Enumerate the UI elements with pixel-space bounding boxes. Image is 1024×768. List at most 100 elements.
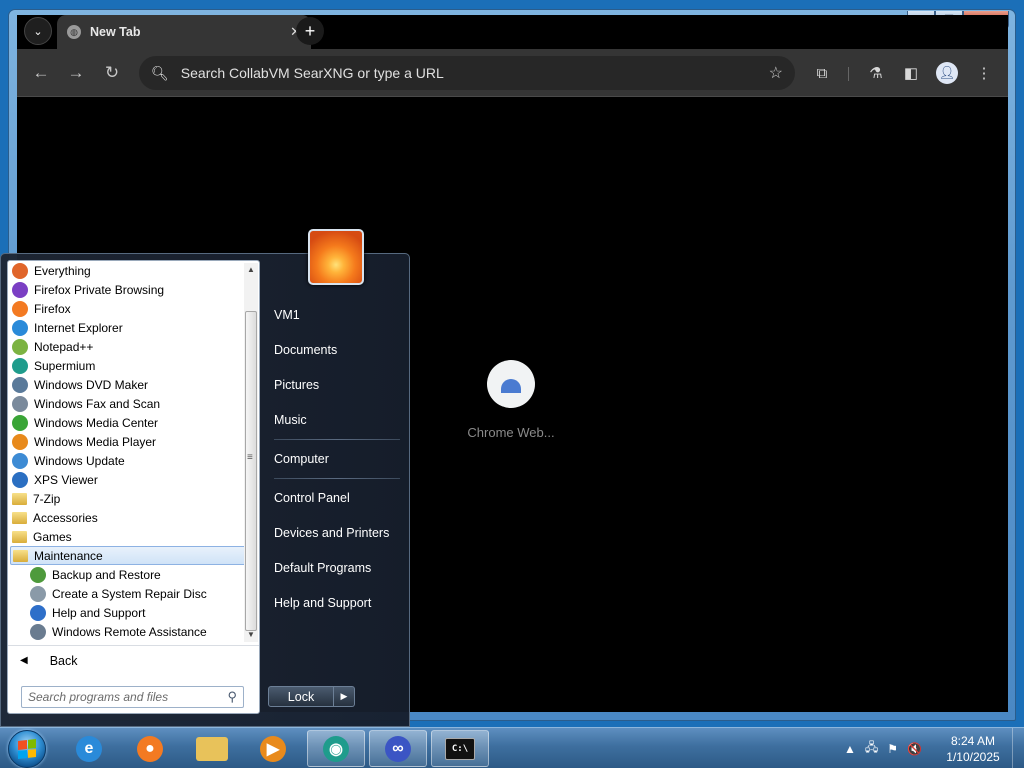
start-search-input[interactable]: Search programs and files ⚲: [21, 686, 244, 708]
folder-icon: [12, 530, 27, 543]
program-label: Firefox: [34, 301, 71, 316]
program-item[interactable]: Supermium: [8, 356, 248, 375]
globe-icon: ◍: [67, 25, 81, 39]
tab-search-button[interactable]: ⌄: [24, 17, 52, 45]
start-button[interactable]: [8, 730, 46, 768]
network-icon[interactable]: 🖧: [865, 738, 878, 759]
program-label: Notepad++: [34, 339, 94, 354]
program-label: Accessories: [33, 510, 98, 525]
windows-update-icon: [12, 452, 28, 469]
program-item[interactable]: Windows Remote Assistance: [8, 622, 248, 641]
action-center-flag-icon[interactable]: ⚑: [887, 742, 898, 756]
program-item[interactable]: Backup and Restore: [8, 565, 248, 584]
show-hidden-icons-icon[interactable]: ▲: [844, 742, 856, 756]
lock-button[interactable]: Lock: [268, 686, 334, 707]
start-link-devices-and-printers[interactable]: Devices and Printers: [268, 515, 408, 550]
program-item[interactable]: XPS Viewer: [8, 470, 248, 489]
tab-new-tab[interactable]: ◍ New Tab ✕: [57, 15, 311, 49]
folder-icon: [12, 511, 27, 524]
xps-viewer-icon: [12, 471, 28, 488]
chevron-down-icon: ⌄: [33, 25, 43, 38]
program-item[interactable]: Windows Update: [8, 451, 248, 470]
search-placeholder: Search programs and files: [28, 690, 169, 704]
taskbar-button-internet-explorer[interactable]: e: [60, 730, 118, 767]
program-label: Everything: [34, 263, 91, 278]
program-item[interactable]: Windows DVD Maker: [8, 375, 248, 394]
new-tab-button[interactable]: +: [296, 17, 324, 45]
volume-muted-icon[interactable]: 🔇: [907, 742, 922, 756]
program-label: Windows Remote Assistance: [52, 624, 207, 639]
clock[interactable]: 8:24 AM 1/10/2025: [938, 733, 1008, 765]
scrollbar-thumb[interactable]: [245, 311, 257, 631]
program-label: Backup and Restore: [52, 567, 161, 582]
taskbar-button-command-prompt[interactable]: C:\: [431, 730, 489, 767]
back-arrow-icon[interactable]: ←: [29, 61, 53, 85]
power-options-arrow-icon[interactable]: ▶: [334, 686, 355, 707]
start-link-control-panel[interactable]: Control Panel: [268, 480, 408, 515]
program-item[interactable]: Everything: [8, 261, 248, 280]
folder-icon: [13, 549, 28, 562]
program-item[interactable]: Games: [8, 527, 248, 546]
help-support-icon: [30, 604, 46, 621]
chrome-web-store-icon: [487, 360, 535, 408]
start-link-vm1[interactable]: VM1: [268, 297, 408, 332]
program-label: Supermium: [34, 358, 96, 373]
program-item[interactable]: Windows Media Player: [8, 432, 248, 451]
labs-flask-icon[interactable]: ⚗: [864, 61, 888, 85]
start-link-default-programs[interactable]: Default Programs: [268, 550, 408, 585]
show-desktop-button[interactable]: [1012, 728, 1024, 768]
chrome-web-store-shortcut[interactable]: Chrome Web...: [465, 360, 557, 440]
program-item[interactable]: Firefox: [8, 299, 248, 318]
start-link-pictures[interactable]: Pictures: [268, 367, 408, 402]
start-menu-links-pane: VM1 Documents Pictures Music Computer Control…: [268, 297, 408, 620]
scroll-up-icon[interactable]: ▲: [244, 263, 258, 277]
program-item[interactable]: Create a System Repair Disc: [8, 584, 248, 603]
taskbar-button-infinity-app[interactable]: ∞: [369, 730, 427, 767]
profile-button[interactable]: 👤︎: [935, 61, 959, 85]
program-item[interactable]: Maintenance: [10, 546, 246, 565]
back-triangle-icon: ◀: [20, 655, 28, 666]
internet-explorer-icon: [12, 319, 28, 336]
toolbar-separator: [848, 67, 849, 81]
profile-avatar-icon: 👤︎: [936, 62, 958, 84]
back-button[interactable]: ◀ Back: [8, 645, 259, 675]
scroll-down-icon[interactable]: ▼: [244, 628, 258, 642]
taskbar-button-firefox[interactable]: ●: [121, 730, 179, 767]
start-link-documents[interactable]: Documents: [268, 332, 408, 367]
user-picture[interactable]: [308, 229, 364, 285]
program-label: XPS Viewer: [34, 472, 98, 487]
program-item[interactable]: Help and Support: [8, 603, 248, 622]
program-label: Windows Fax and Scan: [34, 396, 161, 411]
program-item[interactable]: Accessories: [8, 508, 248, 527]
start-link-music[interactable]: Music: [268, 402, 408, 437]
notepadpp-icon: [12, 338, 28, 355]
program-item[interactable]: Windows Media Center: [8, 413, 248, 432]
menu-kebab-icon[interactable]: ⋮: [972, 61, 996, 85]
program-item[interactable]: Internet Explorer: [8, 318, 248, 337]
forward-arrow-icon[interactable]: →: [64, 61, 88, 85]
address-bar[interactable]: 🔍︎ Search CollabVM SearXNG or type a URL…: [139, 56, 795, 90]
backup-restore-icon: [30, 566, 46, 583]
everything-icon: [12, 262, 28, 279]
start-link-help-and-support[interactable]: Help and Support: [268, 585, 408, 620]
taskbar-button-media-player[interactable]: ▶: [244, 730, 302, 767]
media-player-icon: [12, 433, 28, 450]
program-item[interactable]: Firefox Private Browsing: [8, 280, 248, 299]
extensions-icon[interactable]: ⧉: [810, 61, 834, 85]
programs-scrollbar[interactable]: ▲ ▼: [244, 263, 258, 642]
power-controls: Lock ▶: [268, 686, 355, 707]
program-item[interactable]: Windows Fax and Scan: [8, 394, 248, 413]
start-link-computer[interactable]: Computer: [268, 441, 408, 476]
fax-scan-icon: [12, 395, 28, 412]
taskbar-button-explorer[interactable]: [183, 730, 241, 767]
side-panel-icon[interactable]: ◧: [899, 61, 923, 85]
program-item[interactable]: 7-Zip: [8, 489, 248, 508]
infinity-icon: ∞: [385, 735, 411, 762]
taskbar-button-supermium[interactable]: ◉: [307, 730, 365, 767]
notification-area: ▲ 🖧 ⚑ 🔇: [844, 738, 922, 759]
firefox-icon: [12, 300, 28, 317]
bookmark-star-icon[interactable]: ☆: [769, 63, 783, 83]
windows-logo-icon: [18, 739, 36, 759]
reload-icon[interactable]: ↻: [100, 61, 124, 85]
program-item[interactable]: Notepad++: [8, 337, 248, 356]
